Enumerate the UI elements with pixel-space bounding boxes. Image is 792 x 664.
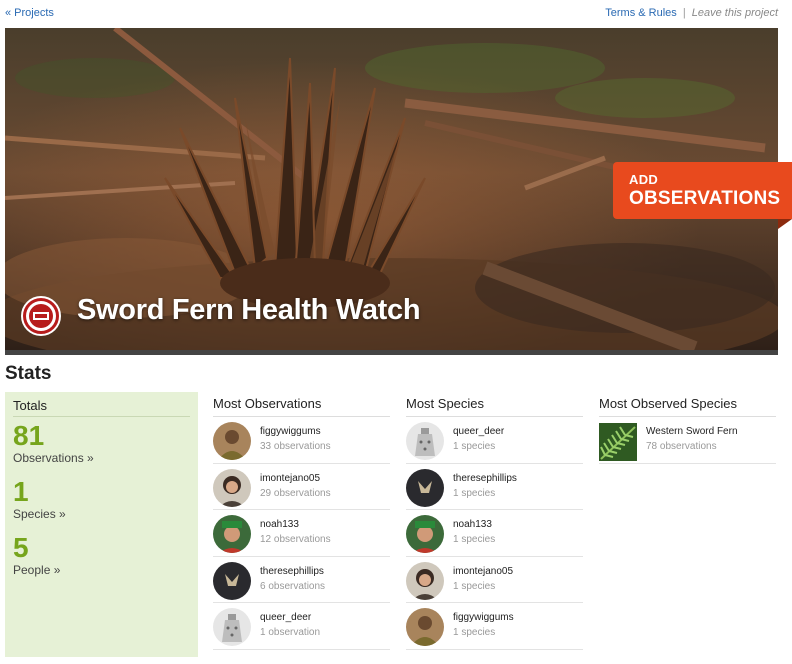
total-people-link[interactable]: People » — [13, 563, 190, 577]
list-item[interactable]: noah133 1 species — [406, 510, 583, 557]
user-name-link[interactable]: noah133 — [453, 519, 492, 530]
list-item[interactable]: queer_deer 1 observation — [213, 603, 390, 650]
observation-count: 12 observations — [260, 534, 331, 545]
list-item[interactable]: imontejano05 1 species — [406, 557, 583, 603]
most-observed-species-heading: Most Observed Species — [599, 396, 776, 417]
species-observation-count: 78 observations — [646, 441, 717, 452]
user-name-link[interactable]: queer_deer — [260, 612, 311, 623]
species-count: 1 species — [453, 534, 496, 545]
avatar-robot[interactable] — [213, 608, 251, 646]
species-count: 1 species — [453, 580, 496, 592]
avatar-fern-person[interactable] — [406, 608, 444, 646]
species-count: 1 species — [453, 441, 496, 452]
totals-heading: Totals — [13, 398, 190, 417]
most-observations-column: Most Observations figgywiggums 33 observ… — [213, 396, 390, 650]
species-count: 1 species — [453, 627, 496, 638]
list-item[interactable]: queer_deer 1 species — [406, 417, 583, 464]
stats-heading: Stats — [5, 363, 52, 384]
list-item[interactable]: Western Sword Fern 78 observations — [599, 417, 776, 464]
user-name-link[interactable]: figgywiggums — [453, 612, 514, 623]
observation-count: 1 observation — [260, 627, 321, 638]
total-observations-link[interactable]: Observations » — [13, 451, 190, 465]
fern-thumbnail[interactable] — [599, 423, 637, 461]
list-item[interactable]: figgywiggums 1 species — [406, 603, 583, 650]
total-observations-value: 81 — [13, 420, 45, 451]
list-item[interactable]: noah133 12 observations — [213, 510, 390, 557]
avatar-shirt-print[interactable] — [406, 468, 444, 507]
avatar-robot[interactable] — [406, 422, 444, 460]
user-name-link[interactable]: queer_deer — [453, 426, 504, 437]
user-name-link[interactable]: figgywiggums — [260, 426, 321, 437]
user-name-link[interactable]: noah133 — [260, 519, 299, 530]
add-button-ribbon-fold — [778, 219, 792, 229]
avatar-fern-person[interactable] — [213, 422, 251, 460]
most-species-column: Most Species queer_deer 1 species theres… — [406, 396, 583, 650]
totals-panel: Totals 81 Observations » 1 Species » 5 P… — [5, 392, 198, 657]
list-item[interactable]: theresephillips 6 observations — [213, 557, 390, 603]
user-name-link[interactable]: imontejano05 — [453, 566, 513, 577]
avatar-green-hat-person[interactable] — [406, 515, 444, 553]
terms-and-rules-link[interactable]: Terms & Rules — [605, 7, 677, 19]
user-name-link[interactable]: imontejano05 — [260, 473, 320, 484]
list-item[interactable]: imontejano05 29 observations — [213, 464, 390, 510]
add-button-big-label: OBSERVATIONS — [629, 188, 781, 209]
avatar-green-hat-person[interactable] — [213, 515, 251, 553]
total-species[interactable]: 1 Species » — [13, 476, 190, 522]
species-count: 1 species — [453, 487, 496, 499]
top-bar: « Projects Terms & Rules | Leave this pr… — [0, 0, 792, 26]
add-observations-button[interactable]: ADD OBSERVATIONS — [613, 162, 792, 219]
observation-count: 33 observations — [260, 441, 331, 452]
user-name-link[interactable]: theresephillips — [453, 473, 517, 484]
observation-count: 29 observations — [260, 487, 331, 499]
most-species-heading: Most Species — [406, 396, 583, 417]
add-button-small-label: ADD — [629, 172, 659, 187]
back-to-projects-link[interactable]: « Projects — [5, 7, 54, 19]
list-item[interactable]: figgywiggums 33 observations — [213, 417, 390, 464]
most-observations-heading: Most Observations — [213, 396, 390, 417]
avatar-shirt-print[interactable] — [213, 561, 251, 600]
user-name-link[interactable]: theresephillips — [260, 566, 324, 577]
top-links: Terms & Rules | Leave this project — [605, 7, 778, 19]
avatar-glasses-person[interactable] — [213, 468, 251, 507]
project-title: Sword Fern Health Watch — [77, 294, 421, 326]
species-name-link[interactable]: Western Sword Fern — [646, 426, 738, 437]
most-observed-species-column: Most Observed Species Western Sword Fern… — [599, 396, 776, 464]
leave-project-link[interactable]: Leave this project — [692, 7, 778, 19]
total-species-value: 1 — [13, 476, 29, 507]
link-separator: | — [682, 7, 686, 19]
list-item[interactable]: theresephillips 1 species — [406, 464, 583, 510]
total-observations[interactable]: 81 Observations » — [13, 420, 190, 466]
project-logo-icon — [21, 296, 61, 336]
total-people-value: 5 — [13, 532, 29, 563]
total-people[interactable]: 5 People » — [13, 532, 190, 578]
avatar-glasses-person[interactable] — [406, 561, 444, 600]
total-species-link[interactable]: Species » — [13, 507, 190, 521]
observation-count: 6 observations — [260, 580, 326, 592]
